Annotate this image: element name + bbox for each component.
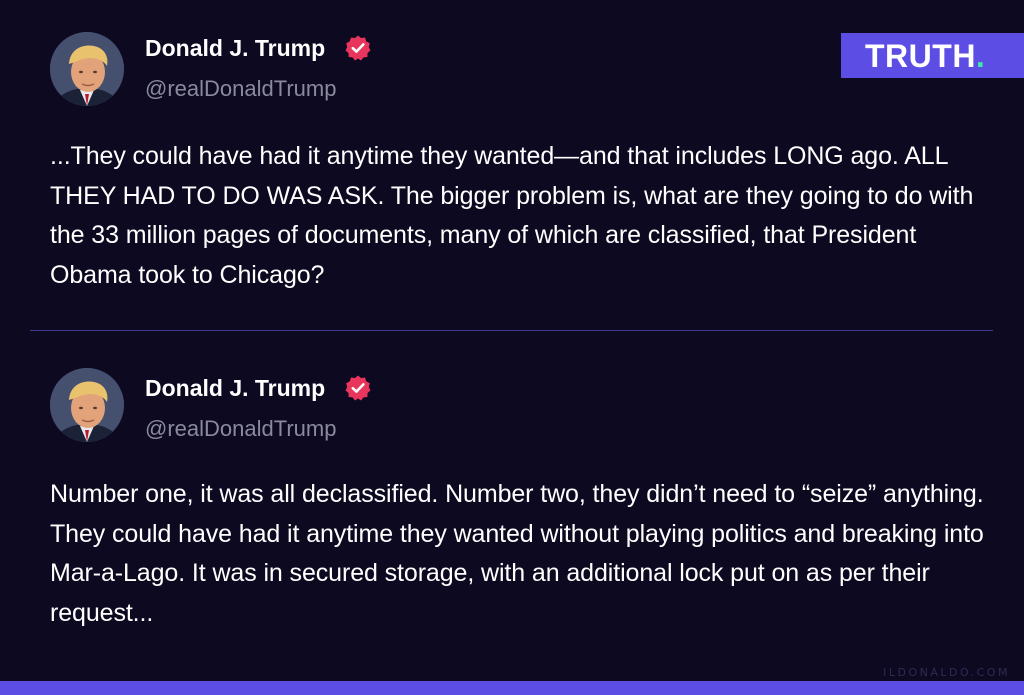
truth-social-logo: TRUTH.: [841, 33, 1024, 78]
post-text: ...They could have had it anytime they w…: [50, 142, 974, 289]
author-handle[interactable]: @realDonaldTrump: [145, 415, 336, 443]
author-handle[interactable]: @realDonaldTrump: [145, 75, 336, 103]
author-name[interactable]: Donald J. Trump: [145, 374, 325, 402]
author-avatar[interactable]: [50, 32, 124, 106]
avatar-image: [50, 32, 124, 106]
verified-badge-icon: [345, 375, 371, 401]
post-divider: [30, 330, 993, 331]
brand-dot: .: [975, 38, 986, 74]
watermark-text: ILDONALDO.COM: [883, 666, 1010, 679]
footer-bar: ILDONALDO.COM: [0, 666, 1024, 695]
brand-wordmark: TRUTH.: [865, 35, 985, 77]
author-avatar[interactable]: [50, 368, 124, 442]
verified-badge-icon: [345, 35, 371, 61]
avatar-image: [50, 368, 124, 442]
author-name[interactable]: Donald J. Trump: [145, 34, 325, 62]
post-text: Number one, it was all declassified. Num…: [50, 480, 984, 627]
brand-name: TRUTH: [865, 38, 976, 74]
